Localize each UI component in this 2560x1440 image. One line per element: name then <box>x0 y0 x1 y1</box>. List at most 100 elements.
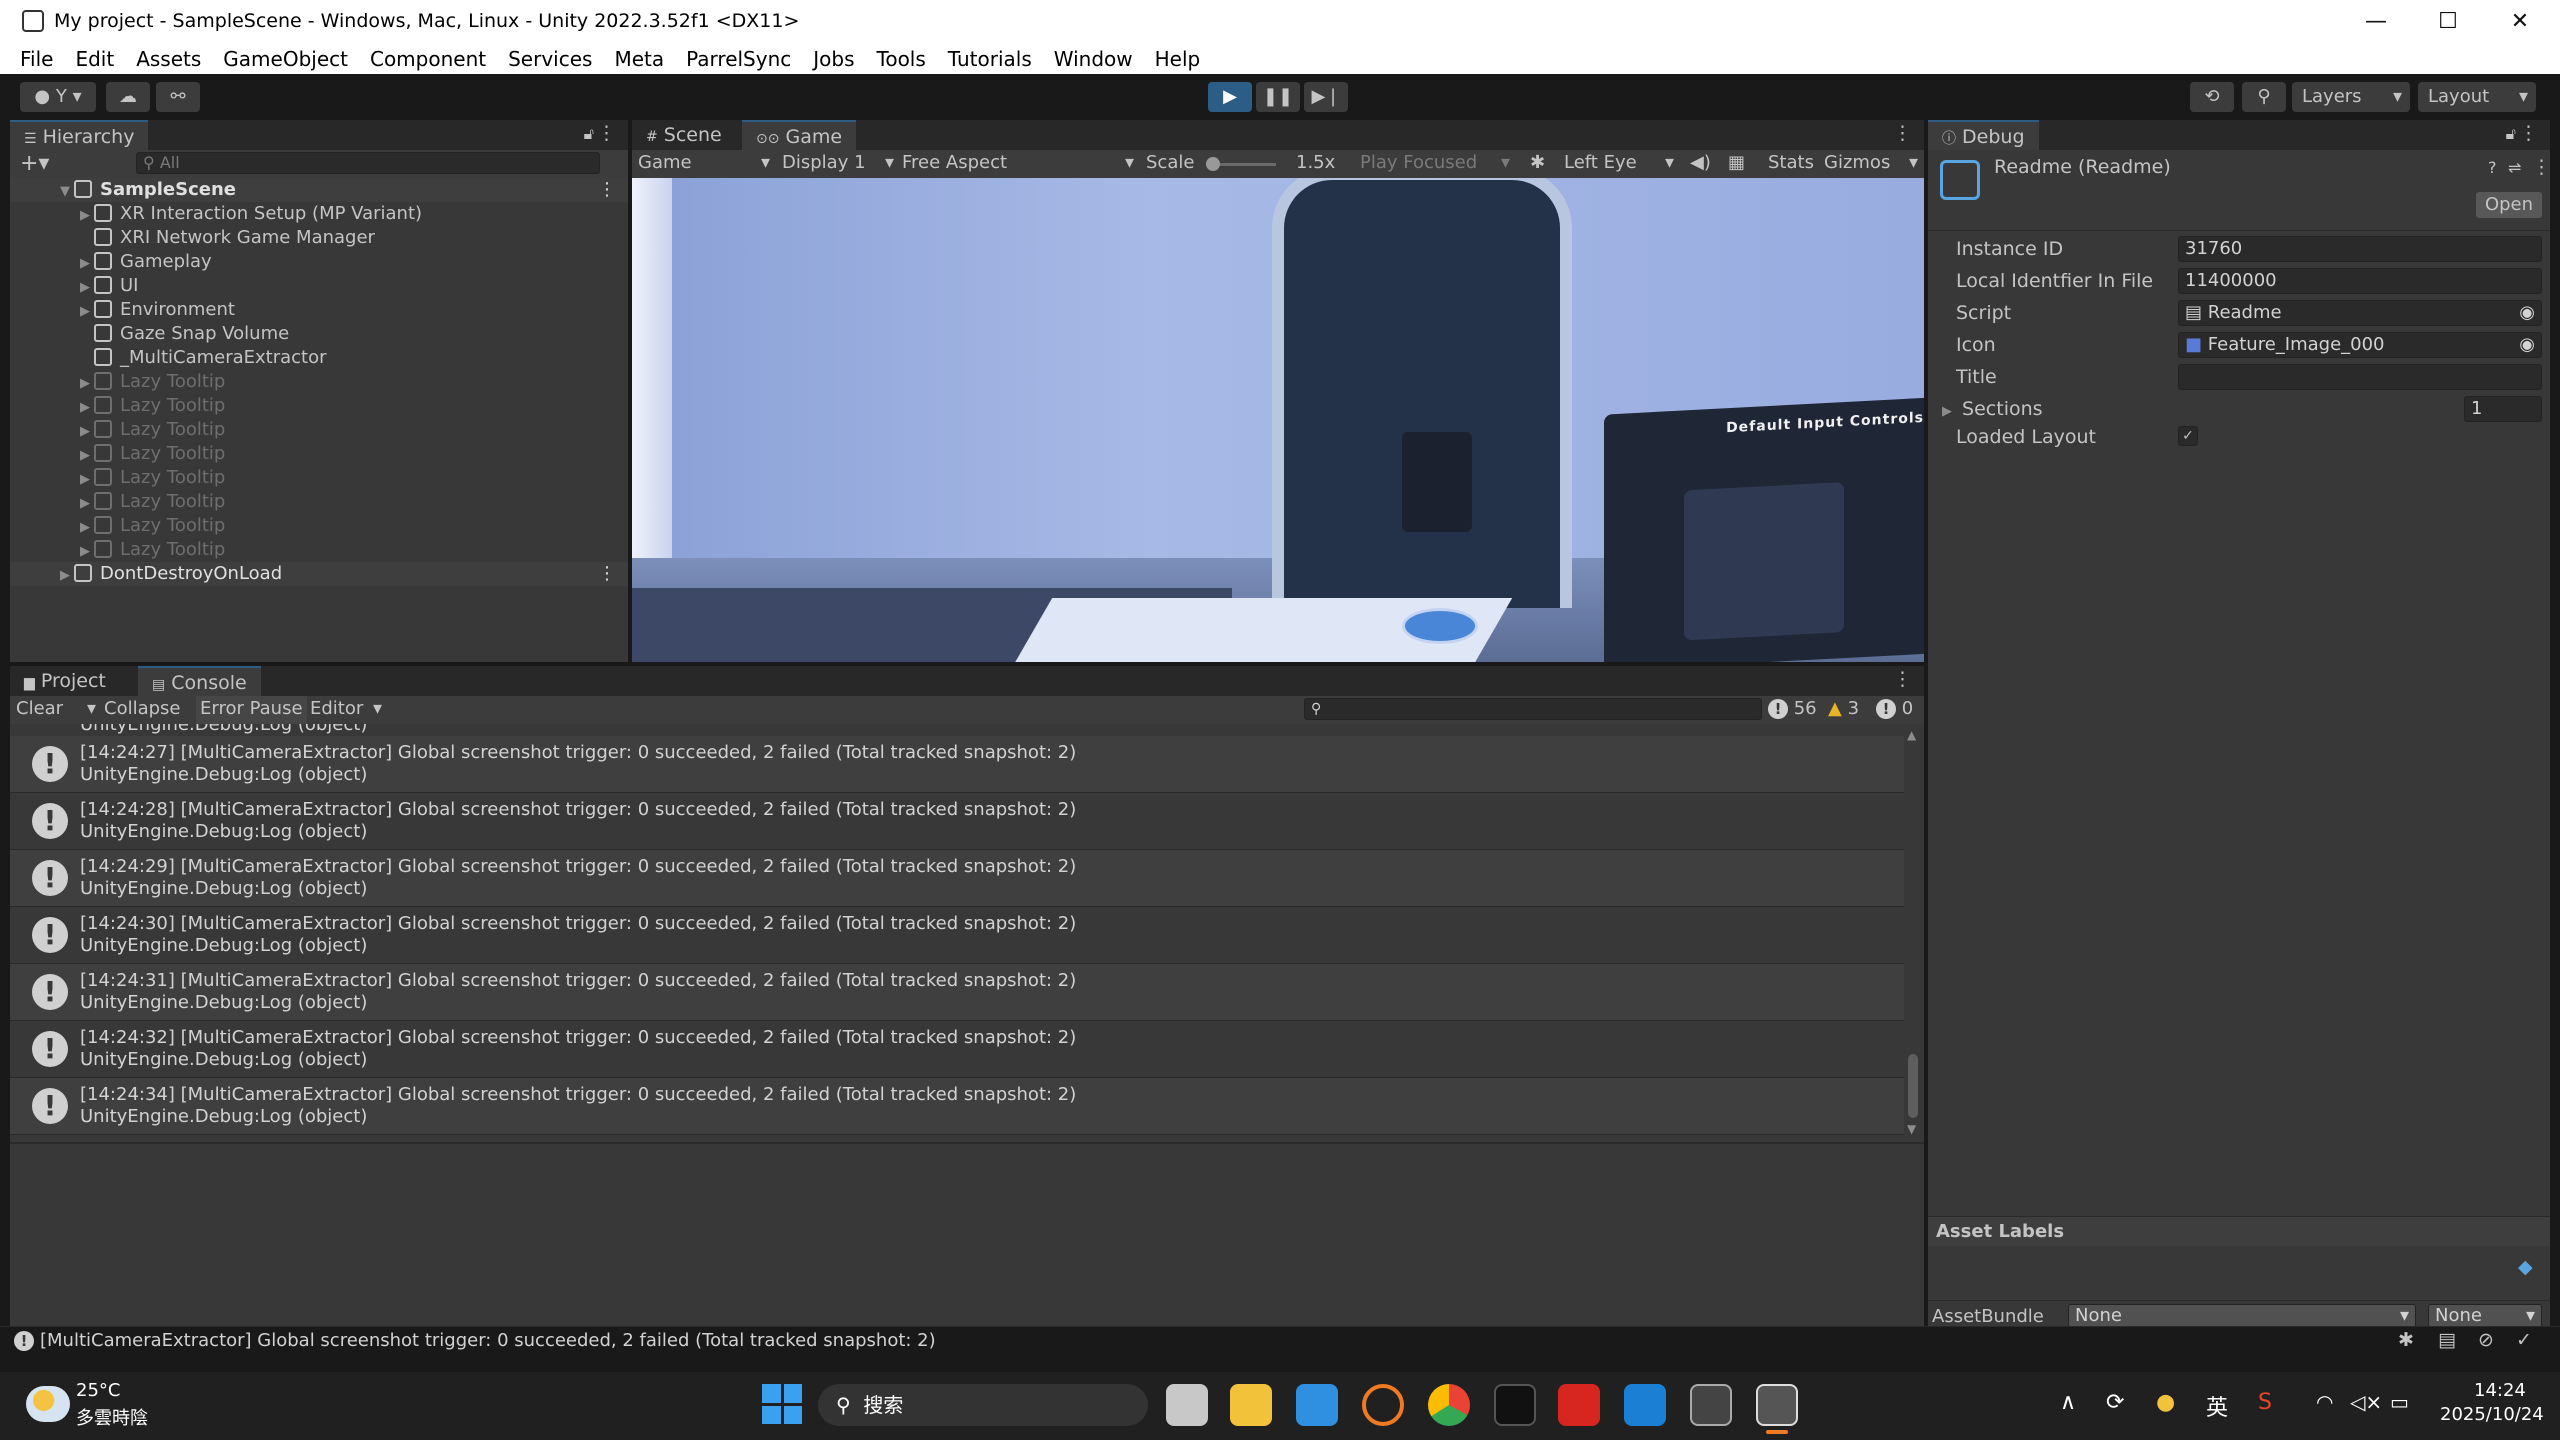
unity-hub-icon[interactable] <box>1690 1384 1732 1426</box>
menu-edit[interactable]: Edit <box>75 47 114 71</box>
wps-icon[interactable] <box>1558 1384 1600 1426</box>
account-dropdown[interactable]: ● Y ▾ <box>20 82 96 112</box>
dontdestroy-row[interactable]: ▶ DontDestroyOnLoad ⋮ <box>10 562 628 586</box>
task-view-icon[interactable] <box>1166 1384 1208 1426</box>
play-focused-dropdown[interactable]: Play Focused ▾ <box>1360 152 1510 173</box>
tab-hierarchy[interactable]: ☰ Hierarchy <box>10 120 149 150</box>
minimize-button[interactable]: — <box>2340 0 2412 44</box>
expand-arrow-icon[interactable]: ▶ <box>80 420 94 444</box>
preset-icon[interactable]: ⇌ <box>2508 158 2521 177</box>
sections-count-field[interactable]: 1 <box>2464 396 2542 422</box>
layers-dropdown[interactable]: Layers ▾ <box>2292 82 2410 112</box>
hierarchy-item[interactable]: ▶ Lazy Tooltip <box>10 490 628 514</box>
progress-icon[interactable]: ⊘ <box>2478 1329 2494 1351</box>
bug-icon[interactable]: ✱ <box>1530 152 1545 173</box>
menu-component[interactable]: Component <box>370 47 486 71</box>
expand-arrow-icon[interactable]: ▶ <box>80 396 94 420</box>
step-button[interactable]: ▶❘ <box>1304 82 1348 112</box>
expand-arrow-icon[interactable]: ▶ <box>1942 404 1956 419</box>
weather-icon[interactable] <box>26 1386 70 1422</box>
editor-dropdown[interactable]: Editor ▾ <box>310 698 382 719</box>
pause-button[interactable]: ❚❚ <box>1256 82 1300 112</box>
sections-foldout[interactable]: ▶ Sections <box>1942 398 2043 420</box>
terminal-icon[interactable] <box>1494 1384 1536 1426</box>
tab-scene[interactable]: # Scene <box>632 120 736 150</box>
log-entry[interactable]: ! [14:24:31] [MultiCameraExtractor] Globa… <box>10 964 1904 1021</box>
info-count[interactable]: ! 56 <box>1768 698 1817 719</box>
log-entry[interactable]: ! [14:24:32] [MultiCameraExtractor] Globa… <box>10 1021 1904 1078</box>
hierarchy-item[interactable]: ▶ Lazy Tooltip <box>10 370 628 394</box>
sogou-icon[interactable]: S <box>2258 1390 2272 1415</box>
help-icon[interactable]: ? <box>2488 158 2497 177</box>
log-entry[interactable]: ! [14:24:30] [MultiCameraExtractor] Globa… <box>10 907 1904 964</box>
console-search-input[interactable]: ⚲ <box>1304 698 1762 720</box>
log-entry[interactable]: ! [14:24:34] [MultiCameraExtractor] Globa… <box>10 1078 1904 1135</box>
scale-slider-handle[interactable] <box>1206 157 1220 171</box>
icon-field[interactable]: ■ Feature_Image_000 ◉ <box>2178 332 2542 358</box>
log-entry[interactable]: ! [14:24:28] [MultiCameraExtractor] Globa… <box>10 793 1904 850</box>
expand-arrow-icon[interactable]: ▶ <box>80 468 94 492</box>
more-menu-icon[interactable]: ⋮ <box>2519 122 2538 144</box>
tab-debug[interactable]: ⓘ Debug <box>1928 120 2039 150</box>
vscode-icon[interactable] <box>1624 1384 1666 1426</box>
collab-button[interactable]: ⚯ <box>156 82 200 112</box>
clock-date[interactable]: 2025/10/24 <box>2440 1404 2544 1425</box>
hierarchy-item[interactable]: ▶ Lazy Tooltip <box>10 394 628 418</box>
hierarchy-item[interactable]: ▶ Lazy Tooltip <box>10 442 628 466</box>
expand-arrow-icon[interactable]: ▶ <box>80 276 94 300</box>
clear-dropdown[interactable]: Clear ▾ <box>16 698 96 719</box>
chevron-up-icon[interactable]: ∧ <box>2060 1390 2076 1415</box>
taskbar-search[interactable]: ⚲ 搜索 <box>818 1384 1148 1426</box>
more-menu-icon[interactable]: ⋮ <box>598 178 616 202</box>
aspect-dropdown[interactable]: Free Aspect ▾ <box>902 152 1134 173</box>
loaded-layout-checkbox[interactable]: ✓ <box>2178 426 2198 446</box>
scene-row[interactable]: ▼ SampleScene ⋮ <box>10 178 628 202</box>
expand-arrow-icon[interactable]: ▶ <box>80 252 94 276</box>
open-button[interactable]: Open <box>2476 192 2542 218</box>
volume-icon[interactable]: ◁× <box>2350 1390 2382 1414</box>
hierarchy-item[interactable]: ▶ XR Interaction Setup (MP Variant) <box>10 202 628 226</box>
maximize-button[interactable]: ☐ <box>2412 0 2484 44</box>
layout-dropdown[interactable]: Layout ▾ <box>2418 82 2536 112</box>
hierarchy-item[interactable]: ▶ Gameplay <box>10 250 628 274</box>
close-button[interactable]: ✕ <box>2484 0 2556 44</box>
scrollbar-thumb[interactable] <box>1908 1054 1918 1118</box>
tab-console[interactable]: ▤ Console <box>138 666 261 696</box>
file-explorer-icon[interactable] <box>1230 1384 1272 1426</box>
expand-arrow-icon[interactable]: ▶ <box>80 204 94 228</box>
app-icon-orange[interactable] <box>1362 1384 1404 1426</box>
warning-count[interactable]: ▲ 3 <box>1828 698 1859 719</box>
object-picker-icon[interactable]: ◉ <box>2519 333 2535 357</box>
hierarchy-item[interactable]: ▶ UI <box>10 274 628 298</box>
expand-arrow-icon[interactable]: ▶ <box>60 564 74 588</box>
menu-window[interactable]: Window <box>1054 47 1133 71</box>
game-mode-dropdown[interactable]: Game ▾ <box>638 152 770 173</box>
instance-id-field[interactable]: 31760 <box>2178 236 2542 262</box>
tag-icon[interactable]: ◆ <box>2518 1256 2533 1278</box>
add-icon[interactable]: +▾ <box>20 151 49 176</box>
menu-gameobject[interactable]: GameObject <box>223 47 348 71</box>
more-menu-icon[interactable]: ⋮ <box>597 122 616 144</box>
stats-button[interactable]: Stats <box>1768 152 1814 173</box>
more-menu-icon[interactable]: ⋮ <box>598 562 616 586</box>
audio-icon[interactable]: ◀) <box>1690 152 1711 173</box>
hierarchy-item[interactable]: _MultiCameraExtractor <box>10 346 628 370</box>
lock-icon[interactable]: 🔓︎ <box>2506 124 2516 144</box>
hierarchy-item[interactable]: ▶ Lazy Tooltip <box>10 514 628 538</box>
asset-bundle-dropdown[interactable]: None ▾ <box>2068 1304 2416 1328</box>
menu-help[interactable]: Help <box>1155 47 1201 71</box>
sync-icon[interactable]: ⟳ <box>2106 1390 2124 1415</box>
menu-services[interactable]: Services <box>508 47 592 71</box>
menu-parrelsync[interactable]: ParrelSync <box>686 47 791 71</box>
more-menu-icon[interactable]: ⋮ <box>1893 122 1912 144</box>
clock-time[interactable]: 14:24 <box>2474 1380 2526 1401</box>
gizmos-dropdown[interactable]: Gizmos ▾ <box>1824 152 1918 173</box>
hierarchy-item[interactable]: ▶ Lazy Tooltip <box>10 418 628 442</box>
console-scrollbar[interactable]: ▲ ▼ <box>1906 728 1920 1136</box>
expand-arrow-icon[interactable]: ▼ <box>60 180 74 204</box>
script-field[interactable]: ▤ Readme ◉ <box>2178 300 2542 326</box>
unity-editor-icon[interactable] <box>1756 1384 1798 1426</box>
error-count[interactable]: ! 0 <box>1876 698 1913 719</box>
collapse-button[interactable]: Collapse <box>104 698 181 719</box>
menu-file[interactable]: File <box>20 47 53 71</box>
